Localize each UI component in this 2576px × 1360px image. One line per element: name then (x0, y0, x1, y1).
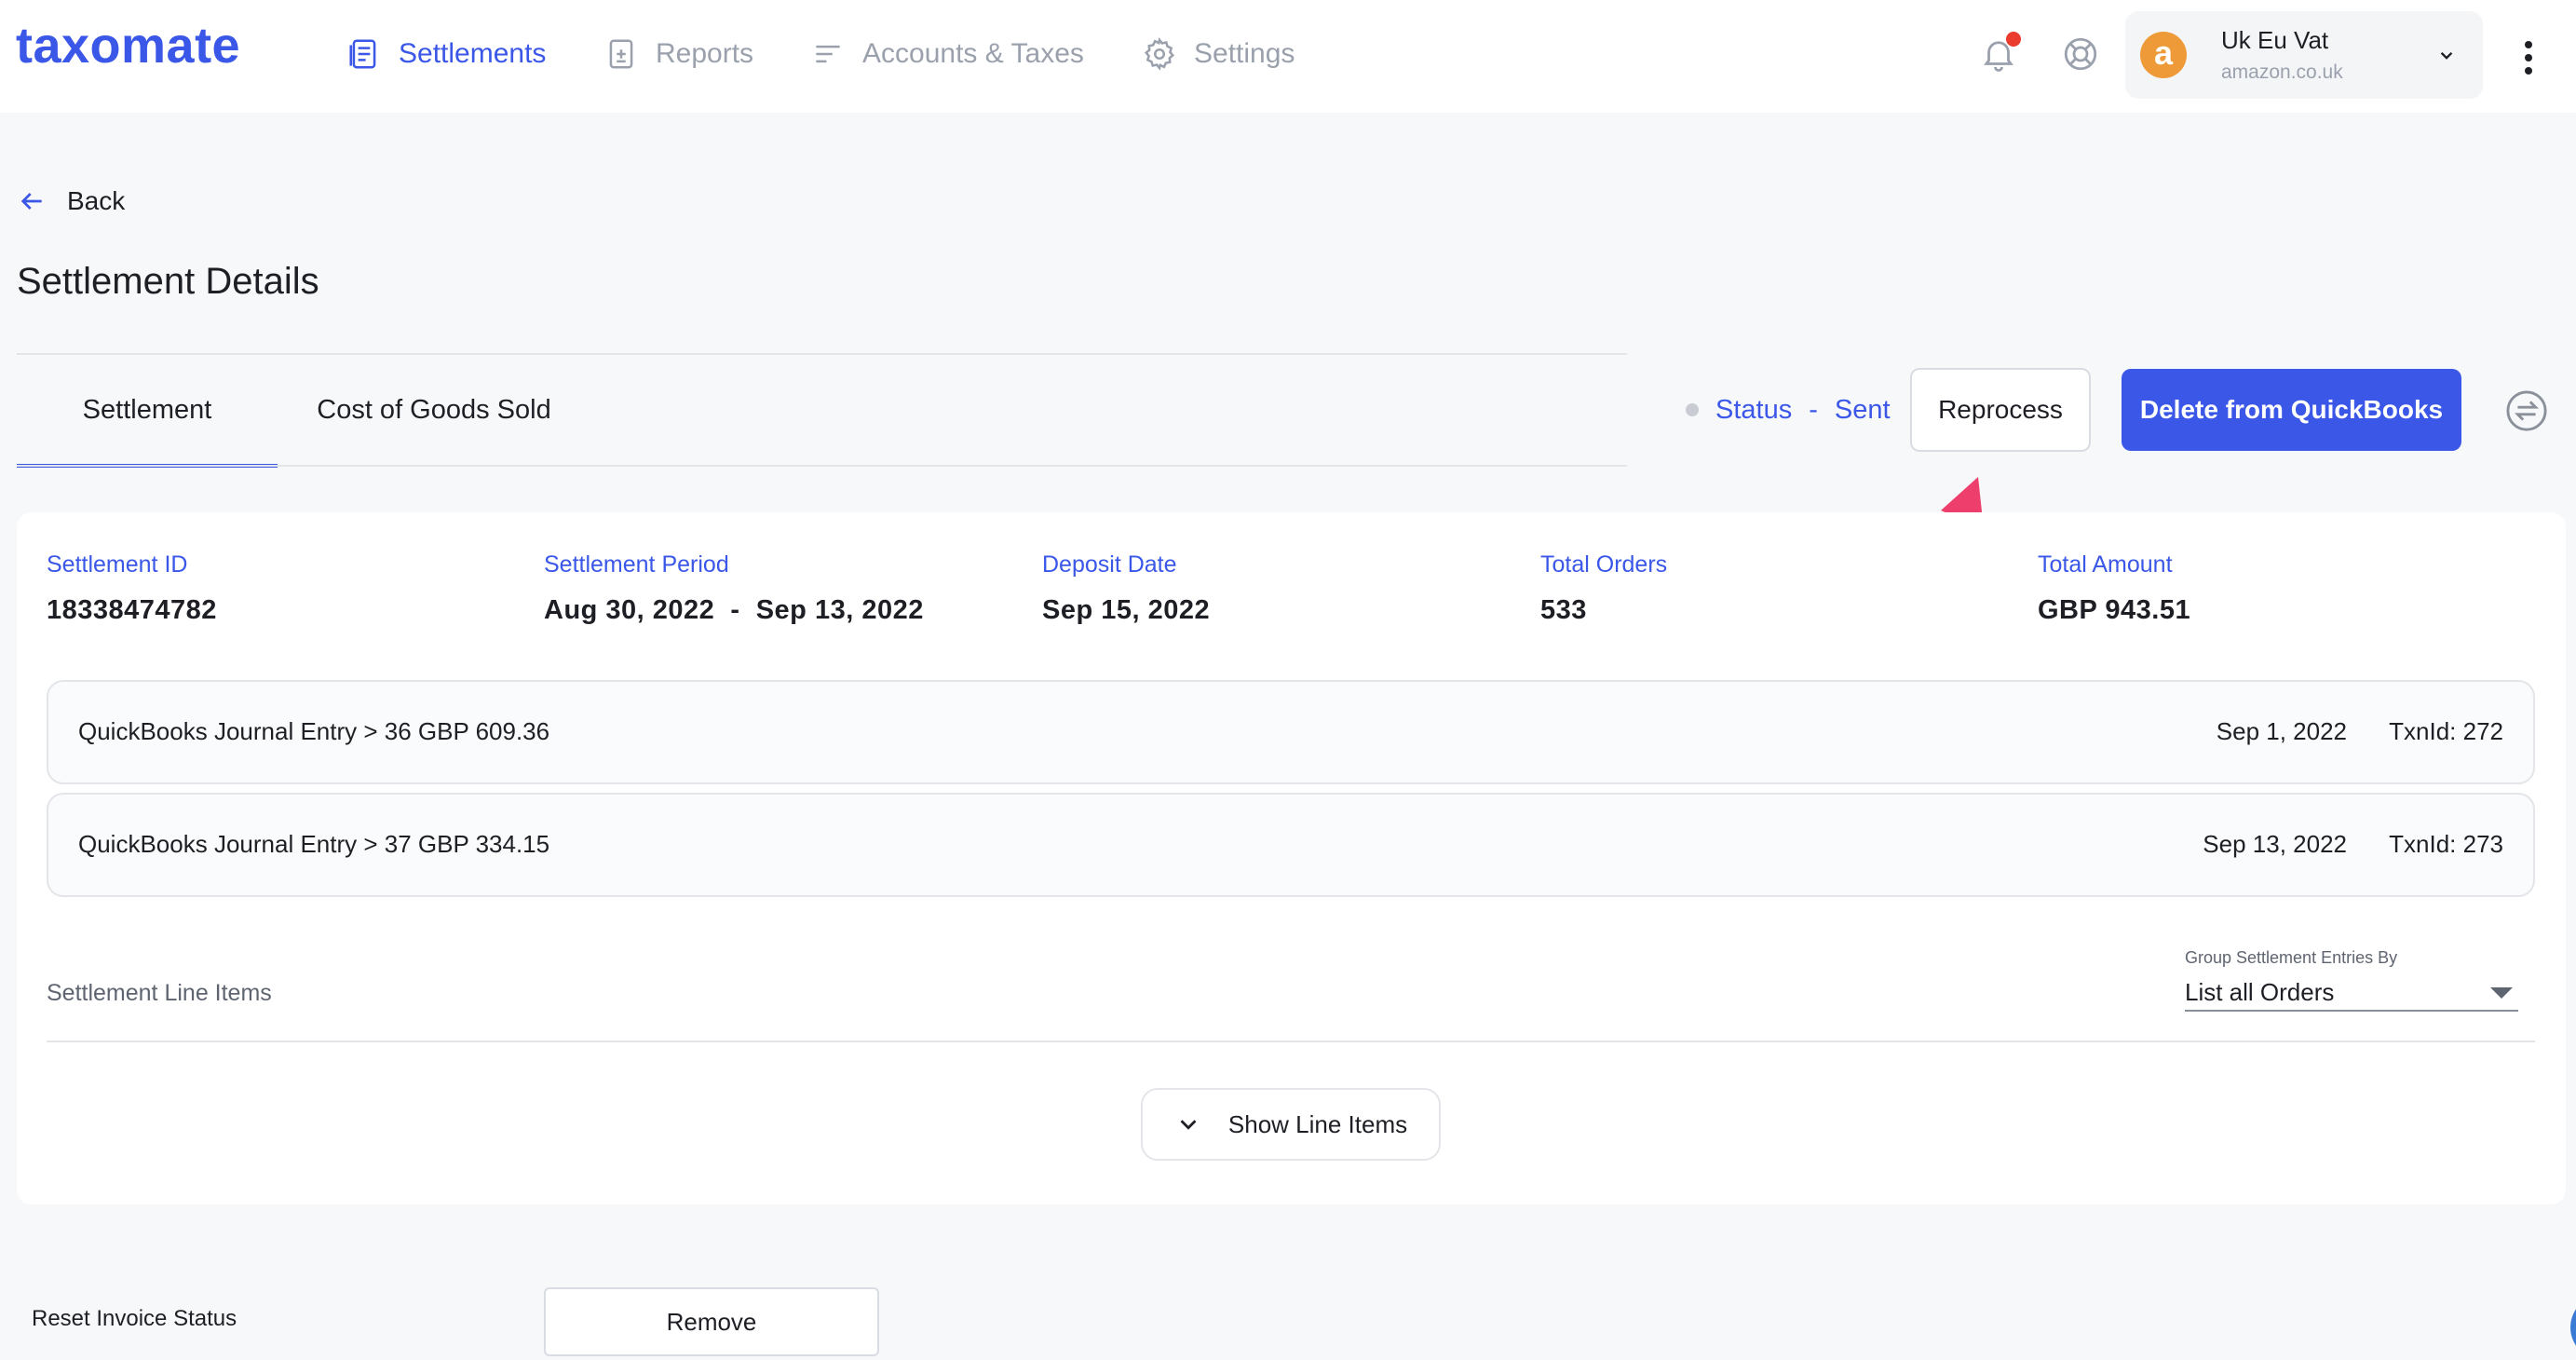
stat-value: 533 (1540, 595, 1587, 625)
caret-down-icon (2490, 987, 2513, 999)
account-marketplace: amazon.co.uk (2221, 61, 2343, 83)
help-button[interactable] (2054, 28, 2107, 80)
nav-settlements-label: Settlements (399, 38, 547, 69)
reprocess-button[interactable]: Reprocess (1910, 368, 2091, 452)
status-dot (1686, 403, 1699, 416)
notification-dot (2006, 32, 2021, 47)
chevron-down-icon (2440, 51, 2453, 60)
account-switcher[interactable]: a Uk Eu Vat amazon.co.uk (2125, 11, 2483, 99)
journal-entry-date: Sep 13, 2022 (2203, 830, 2347, 858)
nav-settings[interactable]: Settings (1142, 28, 1295, 80)
line-items-heading: Settlement Line Items (47, 980, 272, 1006)
journal-entry-row[interactable]: QuickBooks Journal Entry > 36 GBP 609.36… (47, 680, 2535, 784)
accounts-icon (816, 45, 840, 63)
app-root: taxomate Settlements Reports Accounts & … (0, 0, 2576, 1360)
stat-value: Sep 15, 2022 (1042, 595, 1211, 625)
kebab-dot (2525, 41, 2532, 48)
stat-label: Deposit Date (1042, 551, 1177, 578)
page-title: Settlement Details (17, 261, 319, 302)
journal-entry-title: QuickBooks Journal Entry > 37 GBP 334.15 (78, 830, 550, 858)
tab-settlement-label: Settlement (82, 394, 212, 425)
arrow-left-icon (20, 193, 42, 210)
journal-entry-row[interactable]: QuickBooks Journal Entry > 37 GBP 334.15… (47, 793, 2535, 897)
back-label: Back (67, 186, 126, 215)
tabs-divider-bottom (17, 465, 1627, 467)
nav-settings-label: Settings (1194, 38, 1295, 69)
remove-button[interactable]: Remove (544, 1287, 879, 1356)
stat-value: Aug 30, 2022 - Sep 13, 2022 (544, 595, 924, 625)
stat-value: GBP 943.51 (2038, 595, 2191, 625)
reset-invoice-label: Reset Invoice Status (32, 1306, 237, 1331)
gear-icon (1144, 37, 1175, 71)
lifebuoy-icon (2064, 37, 2097, 71)
journal-entry-txn: TxnId: 272 (2389, 717, 2503, 745)
kebab-dot (2525, 54, 2532, 61)
top-bar: taxomate Settlements Reports Accounts & … (0, 0, 2576, 113)
settlements-icon (349, 39, 376, 69)
stat-total-amount: Total Amount GBP 943.51 (2038, 551, 2190, 626)
journal-entry-txn: TxnId: 273 (2389, 830, 2503, 858)
stat-total-orders: Total Orders 533 (1540, 551, 1667, 626)
back-link[interactable]: Back (17, 183, 125, 220)
kebab-dot (2525, 67, 2532, 75)
chevron-down-icon (1180, 1120, 1197, 1130)
stat-settlement-period: Settlement Period Aug 30, 2022 - Sep 13,… (544, 551, 924, 626)
stat-label: Settlement Period (544, 551, 729, 578)
status-label: Status (1715, 394, 1793, 425)
account-name: Uk Eu Vat (2221, 26, 2329, 54)
app-logo[interactable]: taxomate (16, 17, 240, 75)
reports-icon (609, 39, 633, 69)
status-value: Sent (1834, 394, 1891, 425)
nav-reports[interactable]: Reports (603, 28, 753, 80)
show-line-items-button[interactable]: Show Line Items (1141, 1088, 1441, 1161)
stat-value: 18338474782 (47, 595, 217, 625)
status-indicator: Status - Sent (1686, 391, 1891, 428)
delete-from-quickbooks-button[interactable]: Delete from QuickBooks (2122, 369, 2461, 451)
stat-label: Total Amount (2038, 551, 2173, 578)
tab-cost-of-goods-sold[interactable]: Cost of Goods Sold (278, 355, 590, 465)
journal-entry-title: QuickBooks Journal Entry > 36 GBP 609.36 (78, 717, 550, 745)
status-separator: - (1809, 394, 1818, 425)
group-by-value: List all Orders (2185, 978, 2335, 1006)
group-by-select[interactable]: List all Orders (2185, 971, 2518, 1012)
tab-cogs-label: Cost of Goods Sold (317, 394, 551, 425)
stat-label: Settlement ID (47, 551, 188, 578)
nav-accounts-label: Accounts & Taxes (862, 38, 1084, 69)
stat-settlement-id: Settlement ID 18338474782 (47, 551, 217, 626)
notifications-button[interactable] (1973, 28, 2025, 80)
journal-entry-date: Sep 1, 2022 (2216, 717, 2347, 745)
settlement-card: Settlement ID 18338474782 Settlement Per… (17, 512, 2566, 1204)
more-menu-button[interactable] (2515, 32, 2542, 84)
nav-accounts-taxes[interactable]: Accounts & Taxes (810, 28, 1084, 80)
tab-settlement[interactable]: Settlement (17, 355, 278, 468)
chat-widget-button[interactable] (2570, 1295, 2576, 1360)
swap-icon[interactable] (2505, 389, 2548, 432)
amazon-avatar: a (2140, 32, 2187, 78)
nav-reports-label: Reports (656, 38, 754, 69)
stat-label: Total Orders (1540, 551, 1668, 578)
show-line-items-label: Show Line Items (1227, 1109, 1408, 1138)
line-items-divider (47, 1040, 2535, 1042)
group-by-label: Group Settlement Entries By (2185, 948, 2398, 967)
stat-deposit-date: Deposit Date Sep 15, 2022 (1042, 551, 1210, 626)
nav-settlements[interactable]: Settlements (346, 28, 546, 80)
